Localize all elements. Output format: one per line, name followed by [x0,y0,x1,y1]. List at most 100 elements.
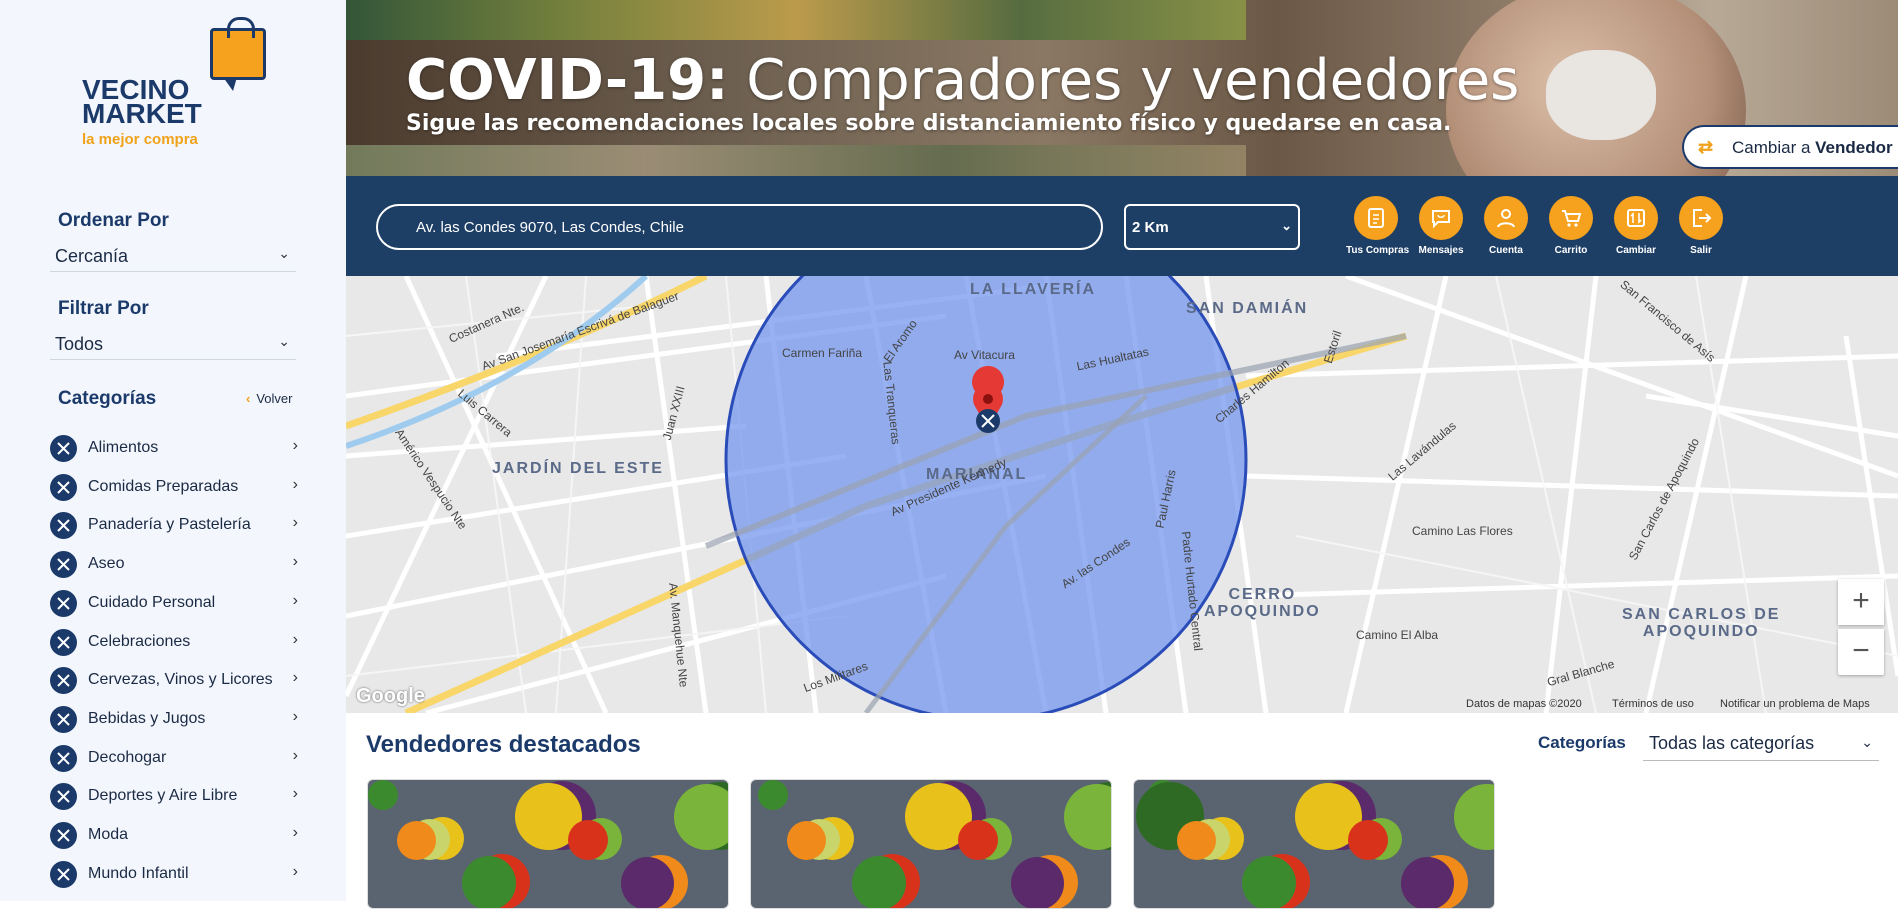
map-data-attribution: Datos de mapas ©2020 [1466,698,1582,710]
vegetable-image-shape [1011,857,1064,908]
toolbar-button-tus-compras[interactable]: Tus Compras [1346,196,1409,264]
utensils-icon [50,783,77,811]
vegetable-image-shape [958,820,998,860]
featured-category-label: Categorías [1538,733,1626,752]
back-link[interactable]: ‹ Volver [246,391,292,406]
vegetable-image-shape [1454,784,1494,850]
seller-card[interactable] [1133,779,1495,909]
address-input[interactable]: Av. las Condes 9070, Las Condes, Chile [376,204,1103,250]
vegetable-image-shape [1242,856,1296,908]
vegetable-image-shape [1348,820,1388,860]
user-icon [1484,196,1528,240]
sidebar: VECINO MARKET la mejor compra Ordenar Po… [0,0,346,901]
map-area-label: SAN DAMIÁN [1186,300,1309,317]
toolbar-button-cambiar[interactable]: Cambiar [1606,196,1666,264]
swap-icon [1614,196,1658,240]
category-item[interactable]: Cuidado Personal › [50,587,300,617]
seller-card[interactable] [750,779,1112,909]
swap-arrows-icon: ⇄ [1698,137,1714,157]
vegetable-image-shape [462,856,516,908]
vendor-marker-icon[interactable] [976,409,1000,433]
logout-icon [1679,196,1723,240]
banner-title-rest: Compradores y vendedores [728,48,1520,113]
category-item[interactable]: Moda › [50,819,300,849]
distance-select-value: 2 Km [1132,219,1169,236]
google-logo: Google [356,685,425,707]
chevron-left-icon: ‹ [246,391,251,406]
chevron-right-icon: › [292,824,298,841]
category-item[interactable]: Alimentos › [50,432,300,462]
toolbar-button-salir[interactable]: Salir [1671,196,1731,264]
toolbar-button-cuenta[interactable]: Cuenta [1476,196,1536,264]
vecino-market-logo[interactable]: VECINO MARKET la mejor compra [82,17,272,148]
map-area-label: LA LLAVERÍA [970,281,1096,298]
map-area-label: JARDÍN DEL ESTE [492,460,664,477]
map-street-label: Av Vitacura [954,348,1015,362]
zoom-out-button[interactable]: − [1838,629,1884,675]
vegetable-image-shape [1064,784,1111,850]
category-label: Aseo [88,555,125,573]
banner-photo-shelf [346,145,1246,176]
category-item[interactable]: Cervezas, Vinos y Licores › [50,664,300,695]
toolbar-button-label: Cuenta [1489,245,1523,256]
search-toolbar: Av. las Condes 9070, Las Condes, Chile 2… [346,176,1898,276]
utensils-icon [50,822,77,849]
category-item[interactable]: Celebraciones › [50,626,300,656]
banner-title-bold: COVID-19: [406,48,729,113]
sort-select[interactable]: Cercanía ⌄ [50,240,296,272]
category-item[interactable]: Panadería y Pastelería › [50,509,300,540]
category-label: Moda [88,826,129,843]
vegetable-image-shape [1177,821,1216,860]
switch-to-seller-button[interactable]: ⇄ Cambiar a Vendedor [1682,125,1898,169]
chevron-right-icon: › [292,669,298,687]
chevron-down-icon: ⌄ [278,245,290,261]
category-label: Mundo Infantil [88,864,189,882]
vegetable-image-shape [397,821,436,860]
vegetable-image-shape [758,780,788,810]
toolbar-button-label: Carrito [1554,245,1588,256]
distance-select[interactable]: 2 Km ⌄ [1124,204,1300,250]
utensils-icon [50,628,77,656]
chevron-right-icon: › [292,785,298,803]
switch-prefix: Cambiar a [1732,138,1816,157]
logo-line-2: MARKET [82,98,202,129]
cart-icon [1549,196,1593,240]
category-item[interactable]: Deportes y Aire Libre › [50,780,300,811]
featured-category-select[interactable]: Todas las categorías ⌄ [1643,725,1879,761]
toolbar-button-label: Cambiar [1615,245,1656,256]
banner-photo-mask [1546,50,1656,140]
sort-select-value: Cercanía [55,246,129,266]
back-link-label: Volver [256,391,293,406]
chevron-right-icon: › [292,437,298,454]
category-item[interactable]: Bebidas y Jugos › [50,703,300,733]
category-item[interactable]: Decohogar › [50,742,300,772]
utensils-icon [50,473,77,501]
seller-card[interactable] [367,779,729,909]
vegetable-image-shape [674,784,728,850]
banner-subtitle: Sigue las recomendaciones locales sobre … [406,111,1452,136]
zoom-in-button[interactable]: + [1838,579,1884,625]
category-item[interactable]: Aseo › [50,548,300,579]
toolbar-button-mensajes[interactable]: Mensajes [1411,196,1471,264]
utensils-icon [50,667,77,695]
category-label: Celebraciones [88,632,191,650]
chevron-right-icon: › [292,630,298,648]
shopping-bag-icon [210,17,266,91]
chevron-down-icon: ⌄ [1281,218,1292,233]
filter-select[interactable]: Todos ⌄ [50,328,296,360]
toolbar-button-carrito[interactable]: Carrito [1541,196,1601,264]
category-label: Alimentos [88,439,159,456]
terms-link[interactable]: Términos de uso [1612,698,1694,710]
vegetable-image-shape [787,821,826,860]
map-area-label: CERRO APOQUINDO [1204,586,1321,620]
map-street-label: Carmen Fariña [782,346,863,360]
category-item[interactable]: Mundo Infantil › [50,858,300,888]
category-item[interactable]: Comidas Preparadas › [50,471,300,501]
vegetable-image-shape [368,780,398,810]
map-street-label: Camino El Alba [1356,628,1439,642]
category-label: Cuidado Personal [88,593,216,611]
category-label: Deportes y Aire Libre [88,787,238,805]
map[interactable]: LA LLAVERÍA SAN DAMIÁN JARDÍN DEL ESTE M… [346,276,1898,713]
vegetable-image-shape [1401,857,1454,908]
report-problem-link[interactable]: Notificar un problema de Maps [1720,698,1870,710]
